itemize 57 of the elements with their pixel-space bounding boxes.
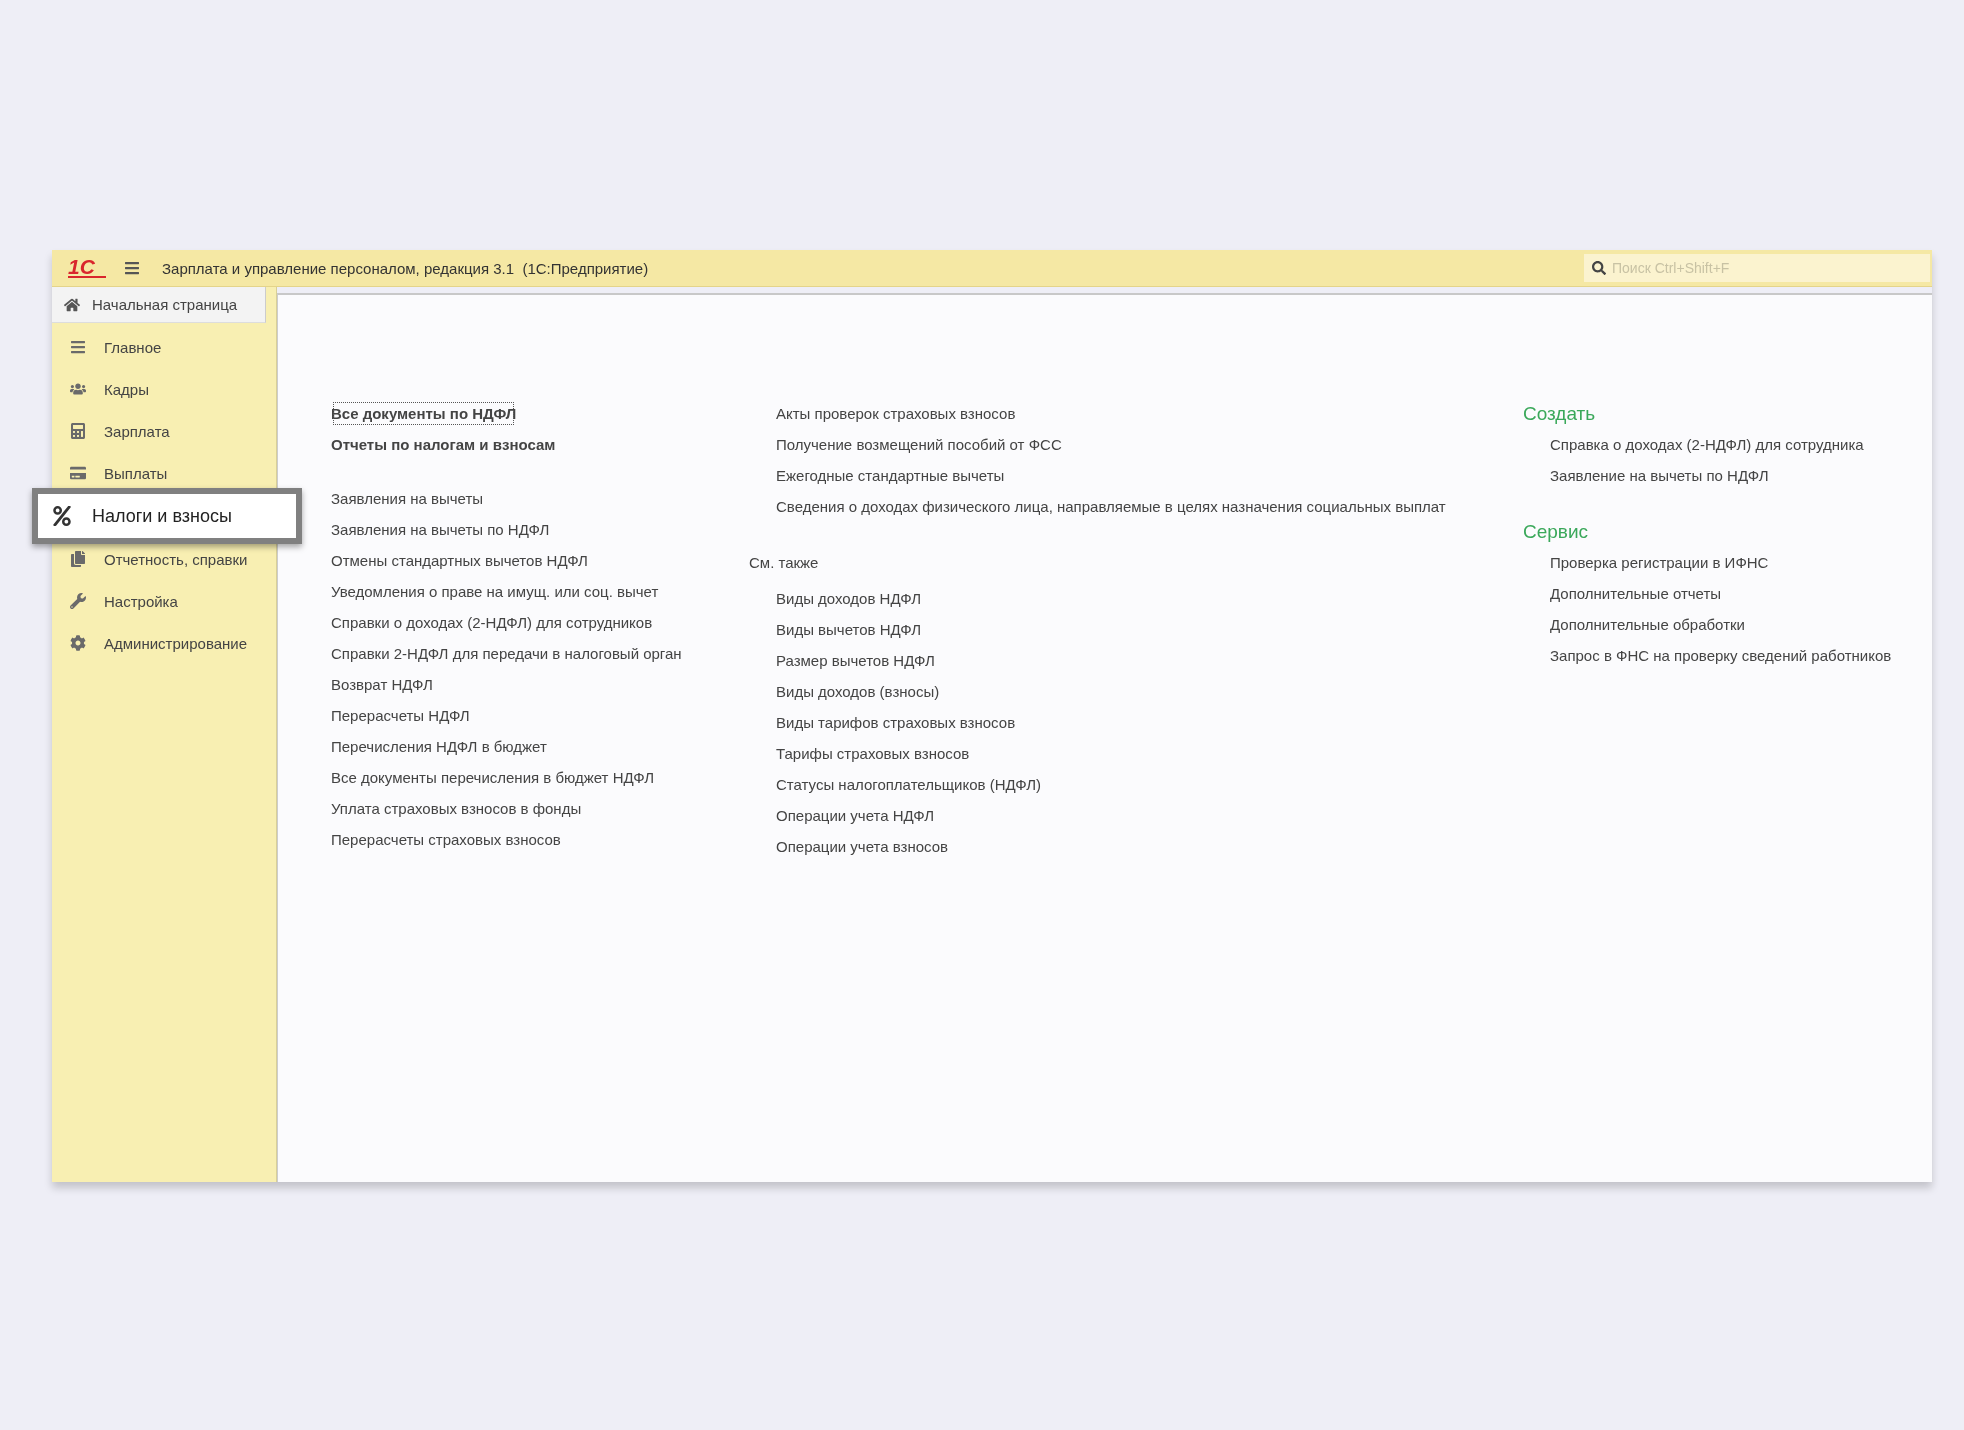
nav-link[interactable]: Акты проверок страховых взносов <box>774 398 1018 429</box>
nav-link[interactable]: Виды тарифов страховых взносов <box>774 707 1018 738</box>
card-icon <box>70 465 86 481</box>
nav-link[interactable]: Дополнительные отчеты <box>1548 578 1724 609</box>
nav-link[interactable]: Ежегодные стандартные вычеты <box>774 460 1007 491</box>
nav-link[interactable]: Операции учета НДФЛ <box>774 800 937 831</box>
sidebar-item[interactable]: Отчетность, справки <box>52 544 276 574</box>
nav-link[interactable]: Виды доходов НДФЛ <box>774 583 923 614</box>
nav-link[interactable]: Перечисления НДФЛ в бюджет <box>329 731 549 762</box>
sidebar-item[interactable]: Выплаты <box>52 458 276 488</box>
sidebar-item[interactable]: Налоги и взносы <box>32 488 302 544</box>
logo: 1С <box>68 258 106 278</box>
sidebar-item[interactable]: Главное <box>52 332 276 362</box>
sidebar-item[interactable]: Кадры <box>52 374 276 404</box>
nav-link[interactable]: Отмены стандартных вычетов НДФЛ <box>329 545 590 576</box>
nav-link[interactable]: Дополнительные обработки <box>1548 609 1747 640</box>
documents-icon <box>70 551 86 567</box>
people-icon <box>70 381 86 397</box>
nav-link[interactable]: Тарифы страховых взносов <box>774 738 972 769</box>
settings-icon <box>70 635 86 651</box>
section-heading: Создать <box>1523 402 1597 426</box>
nav-link[interactable]: Запрос в ФНС на проверку сведений работников <box>1548 640 1894 671</box>
sidebar-item[interactable]: Администрирование <box>52 628 276 658</box>
nav-link[interactable]: Заявления на вычеты по НДФЛ <box>329 514 552 545</box>
nav-link[interactable]: Уплата страховых взносов в фонды <box>329 793 584 824</box>
percent-icon <box>52 506 72 526</box>
home-icon <box>64 296 80 313</box>
section-heading: Сервис <box>1523 520 1590 544</box>
nav-link[interactable]: Отчеты по налогам и взносам <box>329 429 558 460</box>
nav-link[interactable]: Уведомления о праве на имущ. или соц. вычет <box>329 576 661 607</box>
nav-link[interactable]: Сведения о доходах физического лица, направляемые в целях назначения социальных выплат <box>774 491 1448 522</box>
nav-link[interactable]: Статусы налогоплательщиков (НДФЛ) <box>774 769 1044 800</box>
search-icon <box>1592 261 1606 275</box>
nav-link[interactable]: Виды вычетов НДФЛ <box>774 614 924 645</box>
nav-link[interactable]: Заявление на вычеты по НДФЛ <box>1548 460 1771 491</box>
wrench-icon <box>70 593 86 609</box>
nav-link[interactable]: Получение возмещений пособий от ФСС <box>774 429 1064 460</box>
nav-link[interactable]: Возврат НДФЛ <box>329 669 435 700</box>
home-tab[interactable]: Начальная страница <box>52 287 266 323</box>
nav-link[interactable]: Операции учета взносов <box>774 831 950 862</box>
calculator-icon <box>70 423 86 439</box>
sidebar-item[interactable]: Зарплата <box>52 416 276 446</box>
nav-link[interactable]: Все документы по НДФЛ <box>329 398 519 429</box>
nav-link[interactable]: Виды доходов (взносы) <box>774 676 942 707</box>
nav-link[interactable]: Справки 2-НДФЛ для передачи в налоговый орган <box>329 638 684 669</box>
see-also-heading: См. также <box>749 553 820 573</box>
nav-link[interactable]: Размер вычетов НДФЛ <box>774 645 937 676</box>
nav-link[interactable]: Справка о доходах (2-НДФЛ) для сотрудника <box>1548 429 1866 460</box>
sidebar-item[interactable]: Настройка <box>52 586 276 616</box>
nav-link[interactable]: Заявления на вычеты <box>329 483 486 514</box>
nav-link[interactable]: Все документы перечисления в бюджет НДФЛ <box>329 762 657 793</box>
nav-link[interactable]: Справки о доходах (2-НДФЛ) для сотрудников <box>329 607 655 638</box>
lines-icon <box>70 339 86 355</box>
window-title: Зарплата и управление персоналом, редакция 3.1 (1С:Предприятие) <box>162 259 650 277</box>
nav-link[interactable]: Перерасчеты НДФЛ <box>329 700 472 731</box>
nav-link[interactable]: Перерасчеты страховых взносов <box>329 824 563 855</box>
nav-link[interactable]: Проверка регистрации в ИФНС <box>1548 547 1771 578</box>
